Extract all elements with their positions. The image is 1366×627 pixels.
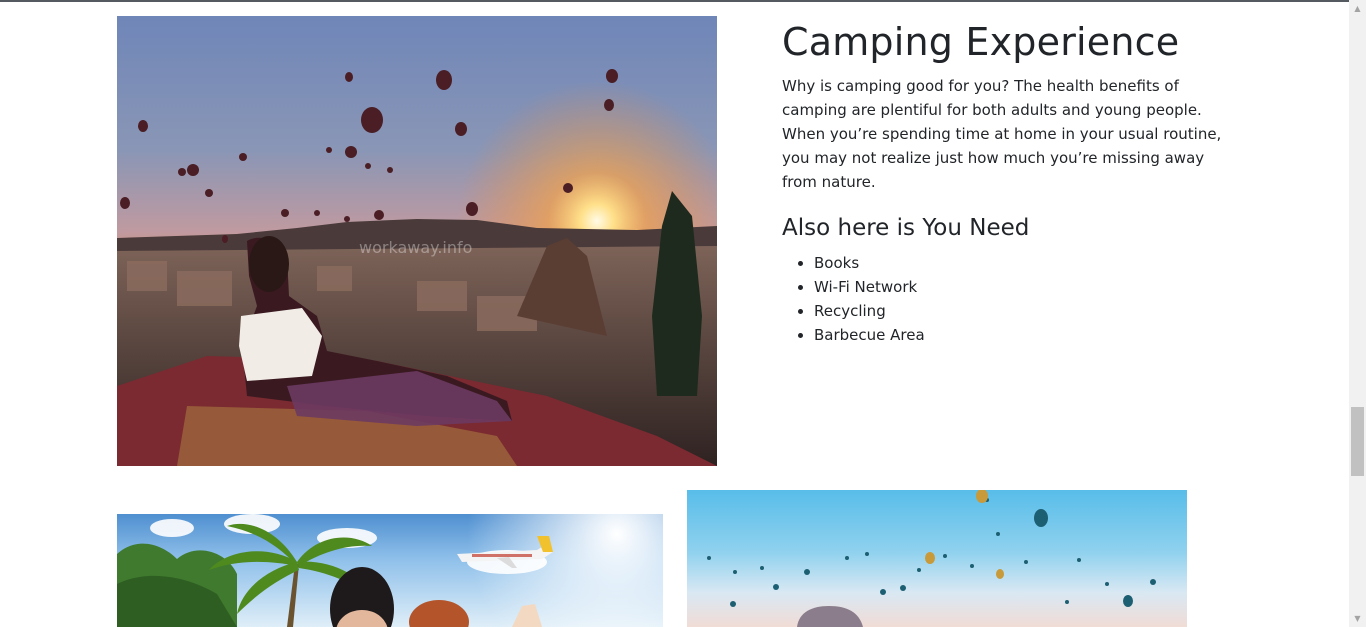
section-title: Camping Experience bbox=[782, 20, 1180, 64]
hero-watermark: workaway.info bbox=[359, 238, 472, 257]
section-description: Why is camping good for you? The health … bbox=[782, 77, 1222, 191]
gallery-image-balloons-sky bbox=[687, 490, 1187, 627]
camping-info: Camping Experience Why is camping good f… bbox=[782, 16, 1232, 347]
page: workaway.info Camping Experience Why is … bbox=[0, 0, 1349, 627]
amenity-item-wifi: Wi-Fi Network bbox=[814, 275, 1232, 299]
gallery-image-sky-artwork bbox=[707, 490, 1156, 627]
amenity-item-recycling: Recycling bbox=[814, 299, 1232, 323]
scrollbar-thumb[interactable] bbox=[1351, 407, 1364, 476]
gallery-image-beach-artwork bbox=[117, 514, 663, 627]
scroll-up-arrow-icon[interactable]: ▲ bbox=[1349, 0, 1366, 17]
hero-image-artwork: workaway.info bbox=[117, 16, 717, 466]
vertical-scrollbar[interactable]: ▲ ▼ bbox=[1349, 0, 1366, 627]
amenity-item-barbecue: Barbecue Area bbox=[814, 323, 1232, 347]
hero-image-balloons-sunset: workaway.info bbox=[117, 16, 717, 466]
scroll-down-arrow-icon[interactable]: ▼ bbox=[1349, 610, 1366, 627]
amenity-item-books: Books bbox=[814, 251, 1232, 275]
amenities-list: Books Wi-Fi Network Recycling Barbecue A… bbox=[782, 251, 1232, 347]
top-divider bbox=[0, 0, 1349, 2]
gallery-image-beach-airplane bbox=[117, 514, 663, 627]
amenities-heading: Also here is You Need bbox=[782, 215, 1030, 241]
